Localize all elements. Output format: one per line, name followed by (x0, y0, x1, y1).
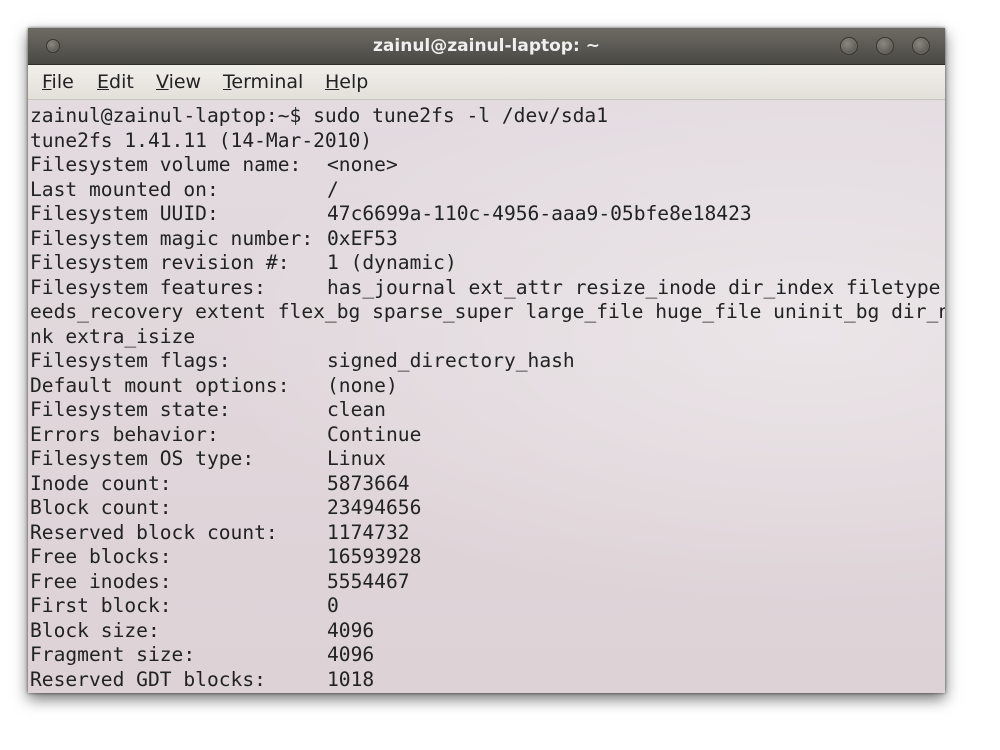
output-row: Default mount options: (none) (30, 374, 398, 397)
menu-help[interactable]: Help (325, 71, 368, 93)
output-row: Filesystem OS type: Linux (30, 447, 386, 470)
output-row: Reserved GDT blocks: 1018 (30, 668, 375, 691)
output-row: Last mounted on: / (30, 178, 339, 201)
output-row: Block count: 23494656 (30, 496, 422, 519)
version-line: tune2fs 1.41.11 (14-Mar-2010) (30, 129, 373, 152)
terminal-window: zainul@zainul-laptop: ~ File Edit View T… (28, 28, 945, 693)
maximize-icon[interactable] (876, 37, 894, 55)
menu-bar: File Edit View Terminal Help (28, 65, 945, 100)
output-row: Filesystem state: clean (30, 398, 386, 421)
menu-view[interactable]: View (156, 71, 201, 93)
menu-edit[interactable]: Edit (97, 71, 134, 93)
close-icon[interactable] (912, 37, 930, 55)
features-continued-line: eeds_recovery extent flex_bg sparse_supe… (30, 300, 945, 323)
output-row: Reserved block count: 1174732 (30, 521, 410, 544)
output-row: Errors behavior: Continue (30, 423, 422, 446)
minimize-icon[interactable] (840, 37, 858, 55)
output-row: Filesystem magic number: 0xEF53 (30, 227, 398, 250)
output-row: Filesystem flags: signed_directory_hash (30, 349, 575, 372)
window-title: zainul@zainul-laptop: ~ (373, 36, 600, 56)
title-bar[interactable]: zainul@zainul-laptop: ~ (28, 28, 945, 65)
output-row: Free blocks: 16593928 (30, 545, 422, 568)
output-row: Fragment size: 4096 (30, 643, 375, 666)
output-row: Filesystem volume name: <none> (30, 153, 398, 176)
features-continued-line: nk extra_isize (30, 325, 196, 348)
output-row: Filesystem UUID: 47c6699a-110c-4956-aaa9-… (30, 202, 752, 225)
terminal-output[interactable]: zainul@zainul-laptop:~$ sudo tune2fs -l … (28, 100, 945, 693)
output-row: Filesystem features: has_journal ext_attr… (30, 276, 945, 299)
command-line: zainul@zainul-laptop:~$ sudo tune2fs -l … (30, 104, 609, 127)
output-row: Inode count: 5873664 (30, 472, 410, 495)
output-row: First block: 0 (30, 594, 339, 617)
menu-terminal[interactable]: Terminal (223, 71, 303, 93)
output-row: Free inodes: 5554467 (30, 570, 410, 593)
output-row: Block size: 4096 (30, 619, 375, 642)
output-row: Filesystem revision #: 1 (dynamic) (30, 251, 457, 274)
menu-file[interactable]: File (42, 71, 74, 93)
